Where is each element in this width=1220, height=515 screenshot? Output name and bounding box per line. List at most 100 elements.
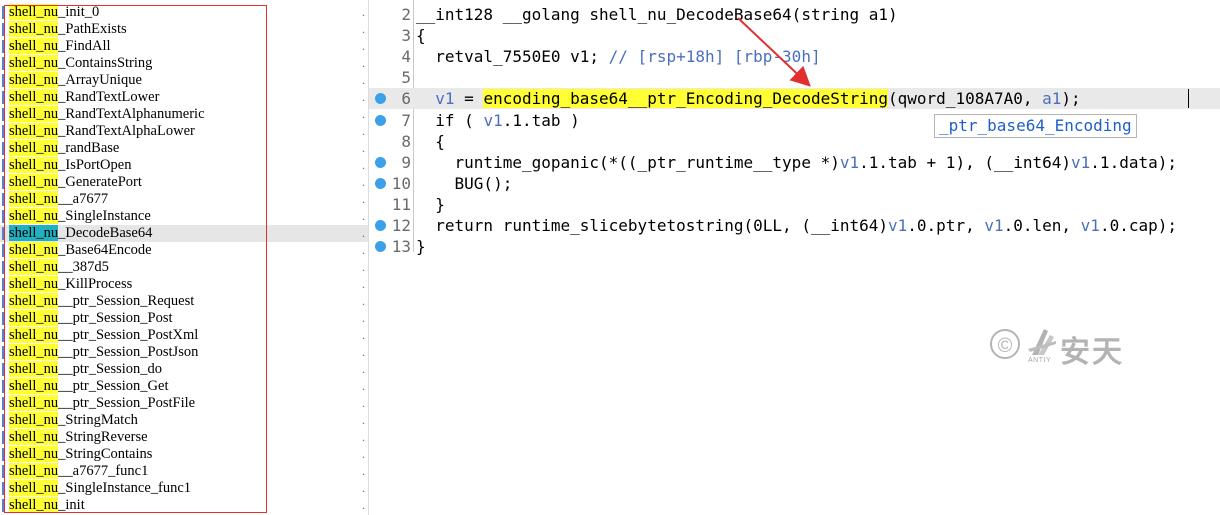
function-icon [2, 448, 5, 461]
breakpoint-icon[interactable] [375, 114, 386, 126]
code-text: return runtime_slicebytetostring(0LL, (_… [416, 215, 1177, 236]
row-marker: . [362, 22, 365, 36]
function-list-item[interactable]: shell_nu__ptr_Session_do. [0, 361, 368, 378]
row-marker: . [362, 277, 365, 291]
function-list-item[interactable]: shell_nu_FindAll. [0, 38, 368, 55]
code-line[interactable]: 4 retval_7550E0 v1; // [rsp+18h] [rbp-30… [369, 46, 1220, 67]
function-list-item[interactable]: shell_nu_GeneratePort. [0, 174, 368, 191]
watermark-logo-text: ANTIY [1028, 357, 1052, 364]
function-list-item[interactable]: shell_nu_SingleInstance. [0, 208, 368, 225]
function-list-item[interactable]: shell_nu__ptr_Session_PostJson. [0, 344, 368, 361]
row-marker: . [362, 413, 365, 427]
row-marker: . [362, 396, 365, 410]
function-name: shell_nu__ptr_Session_do [8, 361, 162, 378]
code-token: .1.tab ) [502, 110, 580, 130]
code-line[interactable]: 5 [369, 67, 1220, 88]
function-name-suffix: _randBase [58, 140, 120, 156]
function-icon [2, 142, 5, 155]
function-icon [2, 176, 5, 189]
function-name-suffix: _DecodeBase64 [58, 225, 153, 241]
function-name-prefix: shell_nu [9, 463, 59, 479]
function-list-item[interactable]: shell_nu__ptr_Session_PostXml. [0, 327, 368, 344]
function-name-prefix: shell_nu [9, 140, 59, 156]
row-marker: . [362, 124, 365, 138]
function-list-item[interactable]: shell_nu_StringReverse. [0, 429, 368, 446]
row-marker: . [362, 107, 365, 121]
pseudocode-view[interactable]: 2 __int128 __golang shell_nu_DecodeBase64… [369, 0, 1220, 515]
function-list-item[interactable]: shell_nu_randBase. [0, 140, 368, 157]
function-name: shell_nu_IsPortOpen [8, 157, 131, 174]
function-name-suffix: _IsPortOpen [58, 157, 132, 173]
code-text: retval_7550E0 v1; // [rsp+18h] [rbp-30h] [416, 46, 820, 67]
function-list-item[interactable]: shell_nu_ArrayUnique. [0, 72, 368, 89]
function-name: shell_nu__ptr_Session_Post [8, 310, 173, 327]
variable-token: a1 [1042, 89, 1062, 109]
function-name-suffix: _SingleInstance_func1 [58, 480, 192, 496]
function-name-prefix: shell_nu [9, 446, 59, 462]
code-token: } [416, 194, 445, 214]
function-list-item[interactable]: shell_nu__ptr_Session_Get. [0, 378, 368, 395]
function-list-item[interactable]: shell_nu_Base64Encode. [0, 242, 368, 259]
function-name: shell_nu_randBase [8, 140, 119, 157]
function-icon [2, 363, 5, 376]
function-list-item[interactable]: shell_nu_DecodeBase64. [0, 225, 368, 242]
function-name: shell_nu_GeneratePort [8, 174, 142, 191]
function-name-suffix: _StringMatch [58, 412, 138, 428]
function-list-item[interactable]: shell_nu_StringContains. [0, 446, 368, 463]
breakpoint-icon[interactable] [375, 220, 386, 231]
function-list-item[interactable]: shell_nu_IsPortOpen. [0, 157, 368, 174]
function-list-item[interactable]: shell_nu__ptr_Session_Post. [0, 310, 368, 327]
function-list-item[interactable]: shell_nu_KillProcess. [0, 276, 368, 293]
function-name-prefix: shell_nu [9, 344, 59, 360]
function-name-prefix: shell_nu [9, 4, 59, 20]
function-list-item[interactable]: shell_nu_init. [0, 497, 368, 514]
code-line[interactable]: 9 runtime_gopanic(*((_ptr_runtime__type … [369, 152, 1220, 173]
code-line[interactable]: 2 __int128 __golang shell_nu_DecodeBase64… [369, 4, 1220, 25]
function-name: shell_nu_SingleInstance_func1 [8, 480, 191, 497]
function-name-suffix: _RandTextAlphanumeric [58, 106, 205, 122]
code-line[interactable]: 11 } [369, 194, 1220, 215]
breakpoint-icon[interactable] [375, 93, 386, 105]
function-list-item[interactable]: shell_nu_RandTextLower. [0, 89, 368, 106]
row-marker: . [362, 56, 365, 70]
function-name-prefix: shell_nu [9, 225, 59, 241]
breakpoint-icon[interactable] [375, 241, 386, 253]
function-list-panel: shell_nu_init_0. shell_nu_PathExists. shel… [0, 0, 368, 515]
variable-token: v1 [1080, 216, 1100, 235]
code-line[interactable]: 6 v1 = encoding_base64__ptr_Encoding_Dec… [369, 88, 1220, 110]
code-line[interactable]: 10 BUG(); [369, 173, 1220, 194]
function-name-suffix: __ptr_Session_PostJson [58, 344, 199, 360]
function-name-prefix: shell_nu [9, 361, 59, 377]
function-list-item[interactable]: shell_nu_StringMatch. [0, 412, 368, 429]
function-list-item[interactable]: shell_nu__a7677. [0, 191, 368, 208]
code-line[interactable]: 13} [369, 236, 1220, 257]
code-line[interactable]: 12 return runtime_slicebytetostring(0LL,… [369, 215, 1220, 236]
function-icon [2, 295, 5, 308]
row-marker: . [362, 5, 365, 19]
function-list-item[interactable]: shell_nu_PathExists. [0, 21, 368, 38]
breakpoint-icon[interactable] [375, 156, 386, 168]
function-list-item[interactable]: shell_nu_ContainsString. [0, 55, 368, 72]
function-name-prefix: shell_nu [9, 55, 59, 71]
function-list-item[interactable]: shell_nu_RandTextAlphaLower. [0, 123, 368, 140]
function-list-item[interactable]: shell_nu__387d5. [0, 259, 368, 276]
function-name-prefix: shell_nu [9, 157, 59, 173]
code-line[interactable]: 3{ [369, 25, 1220, 46]
function-list-item[interactable]: shell_nu__ptr_Session_Request. [0, 293, 368, 310]
function-name-prefix: shell_nu [9, 276, 59, 292]
function-list-item[interactable]: shell_nu_SingleInstance_func1. [0, 480, 368, 497]
function-name-prefix: shell_nu [9, 497, 59, 513]
row-marker: . [362, 192, 365, 206]
code-token: (qword_108A7A0, [888, 89, 1043, 109]
function-list-item[interactable]: shell_nu_RandTextAlphanumeric. [0, 106, 368, 123]
function-list-item[interactable]: shell_nu__ptr_Session_PostFile. [0, 395, 368, 412]
breakpoint-icon[interactable] [375, 177, 386, 189]
function-list-item[interactable]: shell_nu_init_0. [0, 4, 368, 21]
function-name: shell_nu_init_0 [8, 4, 99, 21]
code-text: runtime_gopanic(*((_ptr_runtime__type *)… [416, 152, 1177, 173]
function-icon [2, 278, 5, 291]
function-name-prefix: shell_nu [9, 310, 59, 326]
function-list-item[interactable]: shell_nu__a7677_func1. [0, 463, 368, 480]
code-token: ); [1061, 89, 1081, 109]
function-name-suffix: _ContainsString [58, 55, 153, 71]
